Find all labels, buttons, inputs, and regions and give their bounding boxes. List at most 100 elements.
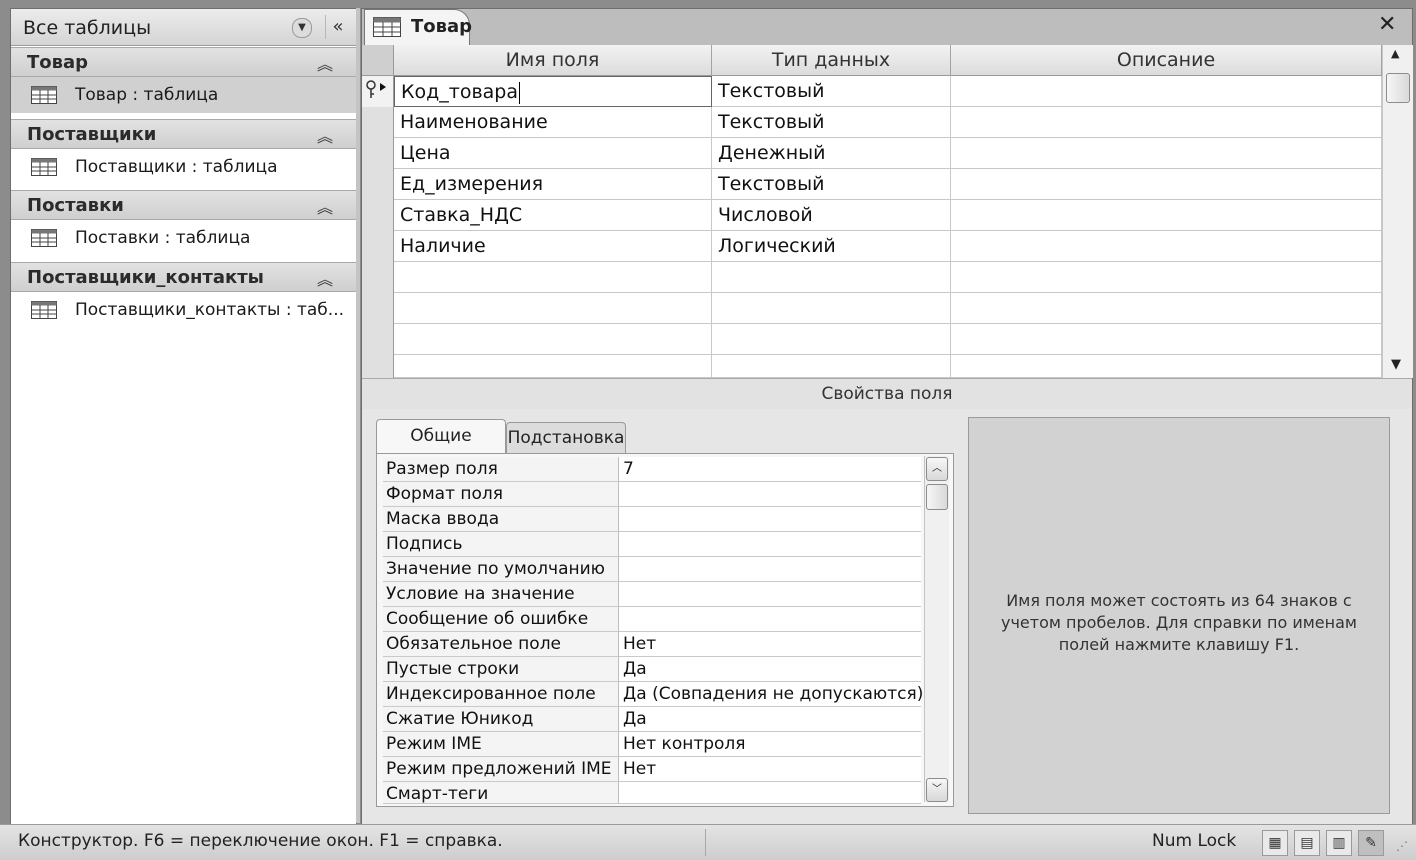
- property-value-required[interactable]: Нет: [619, 632, 921, 657]
- nav-header[interactable]: Все таблицы ▼ «: [11, 9, 356, 46]
- field-name-cell[interactable]: Наличие: [394, 231, 712, 262]
- property-value-input-mask[interactable]: [619, 507, 921, 532]
- property-value-ime-sentence-mode[interactable]: Нет: [619, 757, 921, 782]
- nav-title: Все таблицы: [23, 17, 152, 39]
- tab-general[interactable]: Общие: [376, 419, 506, 454]
- table-icon: [31, 158, 57, 176]
- nav-item-tovar-table[interactable]: Товар : таблица: [11, 77, 356, 113]
- field-properties-title: Свойства поля: [362, 378, 1412, 409]
- row-selector[interactable]: [362, 355, 394, 379]
- pane-splitter[interactable]: [356, 8, 360, 823]
- chevron-up-icon[interactable]: ︽: [317, 266, 333, 290]
- property-value-allow-zero-length[interactable]: Да: [619, 657, 921, 682]
- property-label: Сжатие Юникод: [383, 707, 619, 732]
- scroll-up-icon[interactable]: ▲: [1391, 47, 1399, 60]
- grid-vertical-scrollbar[interactable]: ▲ ▼: [1382, 45, 1413, 378]
- description-cell[interactable]: [951, 231, 1382, 262]
- field-name-cell[interactable]: Цена: [394, 138, 712, 169]
- property-scrollbar[interactable]: ︿ ﹀: [924, 456, 949, 802]
- column-header-field-name[interactable]: Имя поля: [394, 45, 712, 76]
- row-selector[interactable]: [362, 107, 394, 139]
- pivot-table-view-icon[interactable]: ▤: [1294, 830, 1320, 856]
- nav-item-postavshchiki-table[interactable]: Поставщики : таблица: [11, 149, 356, 185]
- data-type-cell[interactable]: Логический: [712, 231, 951, 262]
- empty-cell[interactable]: [951, 262, 1382, 293]
- design-view-icon[interactable]: ✎: [1358, 830, 1384, 856]
- field-name-cell[interactable]: Код_товара: [394, 76, 712, 107]
- property-value-ime-mode[interactable]: Нет контроля: [619, 732, 921, 757]
- collapse-pane-icon[interactable]: «: [325, 15, 350, 39]
- property-value-validation-rule[interactable]: [619, 582, 921, 607]
- empty-cell[interactable]: [394, 293, 712, 324]
- empty-cell[interactable]: [712, 355, 951, 378]
- field-name-cell[interactable]: Ед_измерения: [394, 169, 712, 200]
- row-selector[interactable]: [362, 200, 394, 232]
- chevron-up-icon[interactable]: ︽: [317, 123, 333, 147]
- scroll-down-icon[interactable]: ▼: [1391, 357, 1401, 372]
- nav-group-postavki[interactable]: Поставки ︽: [11, 190, 356, 220]
- property-help-panel: Имя поля может состоять из 64 знаков с у…: [968, 417, 1390, 814]
- data-type-cell[interactable]: Текстовый: [712, 76, 951, 107]
- field-name-cell[interactable]: Наименование: [394, 107, 712, 138]
- property-value-format[interactable]: [619, 482, 921, 507]
- description-cell[interactable]: [951, 169, 1382, 200]
- select-all-corner[interactable]: [362, 45, 394, 76]
- status-text: Конструктор. F6 = переключение окон. F1 …: [18, 831, 503, 851]
- nav-group-postavshchiki[interactable]: Поставщики ︽: [11, 119, 356, 149]
- nav-group-postavshchiki-kontakty[interactable]: Поставщики_контакты ︽: [11, 262, 356, 292]
- column-header-description[interactable]: Описание: [951, 45, 1382, 76]
- row-selector[interactable]: [362, 324, 394, 356]
- row-selector[interactable]: [362, 262, 394, 294]
- scroll-thumb[interactable]: [926, 484, 948, 510]
- empty-cell[interactable]: [394, 355, 712, 378]
- tab-tovar[interactable]: Товар: [364, 9, 472, 46]
- chevron-down-icon[interactable]: ▼: [292, 18, 312, 38]
- row-selector[interactable]: [362, 293, 394, 325]
- empty-cell[interactable]: [394, 324, 712, 355]
- row-selector[interactable]: [362, 169, 394, 201]
- empty-cell[interactable]: [951, 355, 1382, 378]
- row-selector[interactable]: [362, 76, 394, 108]
- property-value-field-size[interactable]: 7: [619, 457, 921, 482]
- empty-cell[interactable]: [712, 262, 951, 293]
- empty-cell[interactable]: [712, 324, 951, 355]
- property-value-caption[interactable]: [619, 532, 921, 557]
- property-value-validation-text[interactable]: [619, 607, 921, 632]
- description-cell[interactable]: [951, 200, 1382, 231]
- property-value-unicode-compression[interactable]: Да: [619, 707, 921, 732]
- description-cell[interactable]: [951, 76, 1382, 107]
- chevron-up-icon[interactable]: ︽: [317, 51, 333, 75]
- chevron-up-icon[interactable]: ︽: [317, 194, 333, 218]
- scroll-thumb[interactable]: [1386, 73, 1410, 103]
- empty-cell[interactable]: [951, 324, 1382, 355]
- data-type-cell[interactable]: Числовой: [712, 200, 951, 231]
- scroll-down-icon[interactable]: ﹀: [926, 778, 948, 802]
- data-type-cell[interactable]: Текстовый: [712, 107, 951, 138]
- property-value-default[interactable]: [619, 557, 921, 582]
- scroll-up-icon[interactable]: ︿: [926, 457, 948, 481]
- datasheet-view-icon[interactable]: ▦: [1262, 830, 1288, 856]
- tab-lookup[interactable]: Подстановка: [506, 422, 626, 453]
- column-header-data-type[interactable]: Тип данных: [712, 45, 951, 76]
- help-text: Имя поля может состоять из 64 знаков с у…: [1001, 591, 1357, 654]
- property-value-smart-tags[interactable]: [619, 782, 921, 804]
- data-type-cell[interactable]: Текстовый: [712, 169, 951, 200]
- empty-cell[interactable]: [712, 293, 951, 324]
- pivot-chart-view-icon[interactable]: ▥: [1326, 830, 1352, 856]
- nav-item-postavki-table[interactable]: Поставки : таблица: [11, 220, 356, 256]
- close-icon[interactable]: ✕: [1378, 12, 1396, 37]
- table-icon: [31, 301, 57, 319]
- row-selector[interactable]: [362, 231, 394, 263]
- property-label: Формат поля: [383, 482, 619, 507]
- nav-group-tovar[interactable]: Товар ︽: [11, 47, 356, 77]
- description-cell[interactable]: [951, 138, 1382, 169]
- data-type-cell[interactable]: Денежный: [712, 138, 951, 169]
- empty-cell[interactable]: [394, 262, 712, 293]
- row-selector[interactable]: [362, 138, 394, 170]
- resize-grip-icon[interactable]: ⋰: [1396, 839, 1408, 853]
- empty-cell[interactable]: [951, 293, 1382, 324]
- description-cell[interactable]: [951, 107, 1382, 138]
- field-name-cell[interactable]: Ставка_НДС: [394, 200, 712, 231]
- nav-item-postavshchiki-kontakty-table[interactable]: Поставщики_контакты : таб...: [11, 292, 356, 328]
- property-value-indexed[interactable]: Да (Совпадения не допускаются): [619, 682, 923, 707]
